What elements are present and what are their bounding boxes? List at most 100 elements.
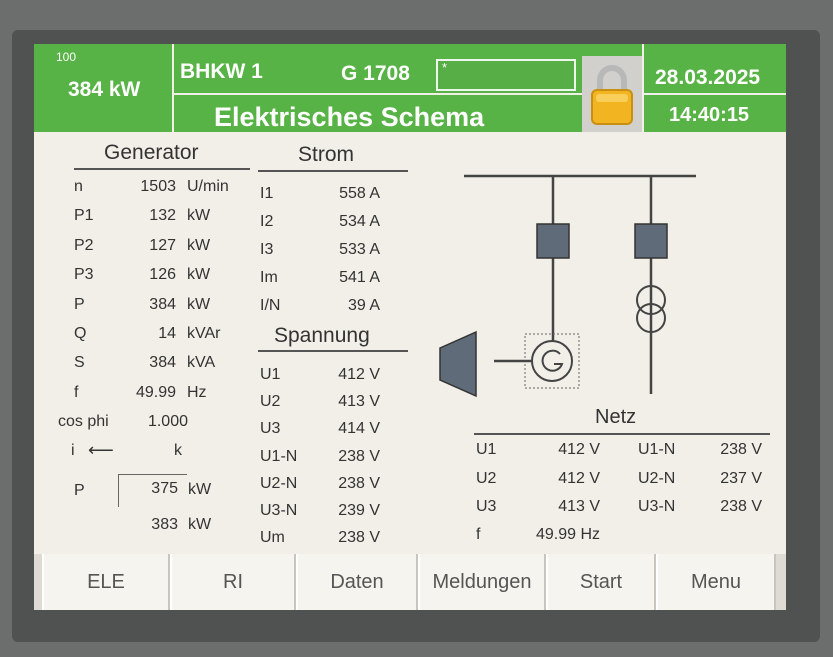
padlock-icon xyxy=(591,65,633,125)
grid-param-value: 238 V xyxy=(720,498,762,515)
voltage-param-label: U2 xyxy=(260,393,281,411)
ele-button[interactable]: ELE xyxy=(42,554,170,610)
grid-param-label: U3-N xyxy=(638,498,676,515)
actual-power-value: 383 xyxy=(151,516,178,533)
generator-param-unit: kW xyxy=(187,236,211,254)
generator-param-value: 132 xyxy=(149,207,176,225)
current-direction-label: i xyxy=(71,442,75,459)
grid-title: Netz xyxy=(595,406,637,428)
grid-param-label: U3 xyxy=(476,498,497,515)
grid-param-value: 237 V xyxy=(720,469,762,487)
current-param-value: 533 A xyxy=(339,241,380,258)
current-param-value: 541 A xyxy=(339,269,380,286)
generator-param-label: S xyxy=(74,354,85,372)
grid-param-value: 238 V xyxy=(720,441,762,458)
generator-param-value: 384 xyxy=(149,354,176,372)
unit-name: BHKW 1 xyxy=(180,60,263,83)
setpoint-value[interactable]: 375 xyxy=(126,480,178,498)
header-divider xyxy=(172,44,174,132)
current-param-value: 39 A xyxy=(347,297,380,314)
generator-param-label: f xyxy=(74,383,79,401)
voltage-param-label: U1 xyxy=(260,366,281,383)
generator-icon[interactable] xyxy=(531,340,573,382)
page-title: Elektrisches Schema xyxy=(214,102,485,132)
meldungen-button[interactable]: Meldungen xyxy=(418,554,546,610)
generator-param-value: 49.99 xyxy=(135,383,176,401)
current-param-value: 534 A xyxy=(339,213,380,230)
generator-param-unit: kW xyxy=(187,207,211,225)
current-param-label: I1 xyxy=(260,185,274,202)
header-input-field[interactable]: * xyxy=(436,59,576,91)
ri-button[interactable]: RI xyxy=(170,554,296,610)
voltage-param-value: 238 V xyxy=(338,447,380,465)
current-param-label: Im xyxy=(260,269,278,286)
generator-param-value: 14 xyxy=(158,325,176,342)
daten-button[interactable]: Daten xyxy=(296,554,418,610)
grid-frequency-value: 49.99 Hz xyxy=(536,526,601,543)
unit-code: G 1708 xyxy=(341,62,410,85)
setpoint-label: P xyxy=(74,482,85,499)
generator-param-label: P3 xyxy=(74,266,94,284)
voltage-title: Spannung xyxy=(274,324,370,347)
power-percent: 100 xyxy=(56,50,77,64)
voltage-param-value: 239 V xyxy=(338,502,380,519)
generator-param-unit: kW xyxy=(187,295,211,313)
generator-param-label: cos phi xyxy=(58,413,109,431)
generator-param-unit: kW xyxy=(187,266,211,284)
grid-param-value: 413 V xyxy=(558,498,600,515)
voltage-param-label: U3-N xyxy=(260,502,298,519)
current-param-label: I2 xyxy=(260,213,274,230)
generator-param-value: 1503 xyxy=(140,178,176,195)
start-button[interactable]: Start xyxy=(546,554,656,610)
hmi-screen: 100 384 kW BHKW 1 G 1708 * Elektrisches … xyxy=(34,44,786,610)
current-unit: k xyxy=(174,442,182,459)
header-divider xyxy=(642,93,786,95)
generator-param-value: 384 xyxy=(149,295,176,313)
generator-param-label: P2 xyxy=(74,236,94,254)
generator-param-unit: Hz xyxy=(187,383,207,401)
generator-param-unit: U/min xyxy=(187,178,229,195)
generator-param-label: P xyxy=(74,295,85,313)
arrow-left-icon: ⟵ xyxy=(88,440,114,460)
time-display: 14:40:15 xyxy=(669,104,750,126)
header-divider xyxy=(172,93,582,95)
header-bar: 100 384 kW BHKW 1 G 1708 * Elektrisches … xyxy=(34,44,786,132)
voltage-rule xyxy=(258,350,408,352)
generator-rule xyxy=(74,168,250,170)
current-param-label: I/N xyxy=(260,297,281,314)
current-param-value: 558 A xyxy=(339,185,380,202)
power-output: 384 kW xyxy=(68,78,141,101)
grid-rule xyxy=(474,433,770,435)
date-display: 28.03.2025 xyxy=(655,66,761,89)
current-rule xyxy=(258,170,408,172)
voltage-param-label: U1-N xyxy=(260,447,298,465)
generator-param-label: P1 xyxy=(74,207,94,225)
grid-param-label: U1-N xyxy=(638,441,676,458)
generator-param-unit: kVA xyxy=(187,354,216,372)
menu-button[interactable]: Menu xyxy=(656,554,776,610)
grid-param-label: U2 xyxy=(476,469,497,487)
current-title: Strom xyxy=(298,143,355,166)
generator-breaker-icon[interactable] xyxy=(536,223,570,259)
grid-frequency-label: f xyxy=(476,526,481,543)
voltage-param-value: 413 V xyxy=(338,393,380,411)
voltage-param-value: 412 V xyxy=(338,366,380,383)
single-line-diagram xyxy=(439,174,696,398)
generator-param-unit: kVAr xyxy=(187,325,221,342)
grid-param-label: U1 xyxy=(476,441,497,458)
voltage-param-value: 238 V xyxy=(338,529,380,547)
voltage-param-label: U2-N xyxy=(260,474,298,492)
voltage-param-label: U3 xyxy=(260,420,281,438)
grid-param-value: 412 V xyxy=(558,441,600,458)
generator-title: Generator xyxy=(104,141,199,164)
grid-breaker-icon[interactable] xyxy=(634,223,668,259)
generator-param-value: 126 xyxy=(149,266,176,284)
voltage-param-value: 414 V xyxy=(338,420,380,438)
grid-param-label: U2-N xyxy=(638,469,676,487)
generator-param-label: n xyxy=(74,178,83,195)
voltage-param-label: Um xyxy=(260,529,285,547)
generator-param-label: Q xyxy=(74,325,87,342)
lock-button[interactable] xyxy=(582,56,642,132)
engine-icon xyxy=(439,330,477,398)
setpoint-unit: kW xyxy=(188,481,212,498)
